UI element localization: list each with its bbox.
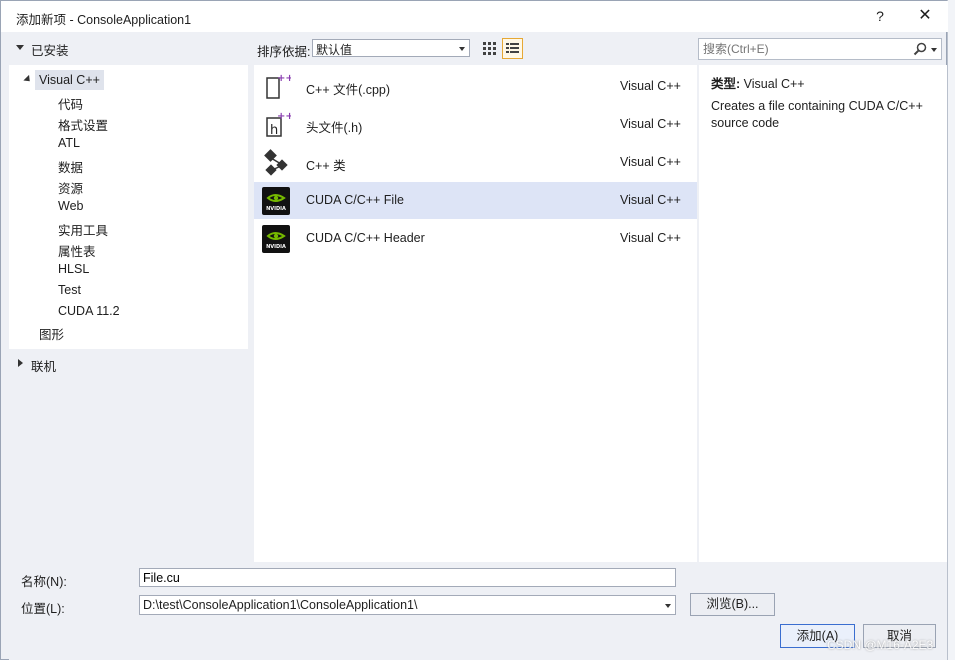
search-box[interactable] <box>698 38 942 60</box>
svg-text:h: h <box>270 123 278 138</box>
template-name: CUDA C/C++ Header <box>306 231 425 245</box>
tree-item[interactable]: 实用工具 <box>58 220 108 239</box>
nvidia-icon: NVIDIA <box>261 224 291 254</box>
title-bar: 添加新项 - ConsoleApplication1 ? ✕ <box>1 1 948 32</box>
template-row[interactable]: h ++ 头文件(.h) Visual C++ <box>254 106 697 143</box>
search-input[interactable] <box>699 39 917 59</box>
sort-label: 排序依据: <box>257 45 311 59</box>
template-language: Visual C++ <box>620 117 681 131</box>
svg-text:++: ++ <box>277 73 291 84</box>
tree-item[interactable]: 格式设置 <box>58 115 108 134</box>
installed-header[interactable]: 已安装 <box>31 40 69 59</box>
name-field[interactable] <box>139 568 676 587</box>
template-language: Visual C++ <box>620 79 681 93</box>
template-row[interactable]: NVIDIA CUDA C/C++ Header Visual C++ <box>254 220 697 257</box>
sort-dropdown[interactable]: 默认值 <box>312 39 470 57</box>
category-tree <box>9 65 248 349</box>
chevron-down-icon[interactable] <box>665 604 671 608</box>
template-row[interactable]: ++ C++ 文件(.cpp) Visual C++ <box>254 68 697 105</box>
tree-item[interactable]: HLSL <box>58 262 89 276</box>
cpp-file-icon: ++ <box>261 72 294 102</box>
tree-item[interactable]: 代码 <box>58 94 83 113</box>
details-pane: 类型: Visual C++ Creates a file containing… <box>699 65 947 562</box>
tree-item-graphics[interactable]: 图形 <box>39 324 64 343</box>
svg-text:NVIDIA: NVIDIA <box>266 244 286 250</box>
grid-view-icon[interactable] <box>479 38 499 58</box>
sort-value: 默认值 <box>316 43 353 57</box>
template-name: CUDA C/C++ File <box>306 193 404 207</box>
svg-text:++: ++ <box>277 111 291 122</box>
tree-item[interactable]: CUDA 11.2 <box>58 304 120 318</box>
chevron-down-icon <box>459 47 465 51</box>
tree-item[interactable]: 属性表 <box>58 241 96 260</box>
type-key: 类型: <box>711 77 741 91</box>
type-line: 类型: Visual C++ <box>711 73 805 92</box>
search-options-icon[interactable] <box>931 48 937 52</box>
watermark: CSDN @M16-A2E3 <box>827 638 934 652</box>
template-row[interactable]: C++ 类 Visual C++ <box>254 144 697 181</box>
tree-item[interactable]: 资源 <box>58 178 83 197</box>
tree-item[interactable]: 数据 <box>58 157 83 176</box>
background-window-edge <box>947 0 955 660</box>
template-name: C++ 类 <box>306 159 346 173</box>
online-header[interactable]: 联机 <box>31 356 56 375</box>
installed-collapse-icon[interactable] <box>16 45 24 50</box>
help-button[interactable]: ? <box>867 4 893 28</box>
template-language: Visual C++ <box>620 193 681 207</box>
class-icon <box>261 148 291 178</box>
list-view-icon[interactable] <box>502 38 523 59</box>
template-language: Visual C++ <box>620 155 681 169</box>
tree-item-visual-cpp[interactable]: Visual C++ <box>35 70 104 90</box>
template-description: Creates a file containing CUDA C/C++ sou… <box>711 99 923 130</box>
tree-item[interactable]: Test <box>58 283 81 297</box>
add-new-item-dialog: 添加新项 - ConsoleApplication1 ? ✕ 已安装 Visua… <box>0 0 948 660</box>
template-name: 头文件(.h) <box>306 121 363 135</box>
template-row[interactable]: NVIDIA CUDA C/C++ File Visual C++ <box>254 182 697 219</box>
template-language: Visual C++ <box>620 231 681 245</box>
window-title: 添加新项 - ConsoleApplication1 <box>16 13 192 27</box>
location-label: 位置(L): <box>21 602 65 616</box>
svg-text:NVIDIA: NVIDIA <box>266 206 286 212</box>
template-name: C++ 文件(.cpp) <box>306 83 391 97</box>
name-label: 名称(N): <box>21 575 67 589</box>
tree-item[interactable]: ATL <box>58 136 80 150</box>
tree-item[interactable]: Web <box>58 199 83 213</box>
location-value: D:\test\ConsoleApplication1\ConsoleAppli… <box>143 598 418 612</box>
browse-button[interactable]: 浏览(B)... <box>690 593 775 616</box>
template-list: ++ C++ 文件(.cpp) Visual C++ h ++ 头文件(.h) Visual… <box>254 65 697 562</box>
nvidia-icon: NVIDIA <box>261 186 291 216</box>
location-combobox[interactable]: D:\test\ConsoleApplication1\ConsoleAppli… <box>139 595 676 615</box>
close-button[interactable]: ✕ <box>906 4 944 28</box>
online-expand-icon[interactable] <box>18 359 23 367</box>
header-file-icon: h ++ <box>261 110 294 140</box>
type-value: Visual C++ <box>743 77 805 91</box>
search-icon[interactable] <box>913 42 927 59</box>
